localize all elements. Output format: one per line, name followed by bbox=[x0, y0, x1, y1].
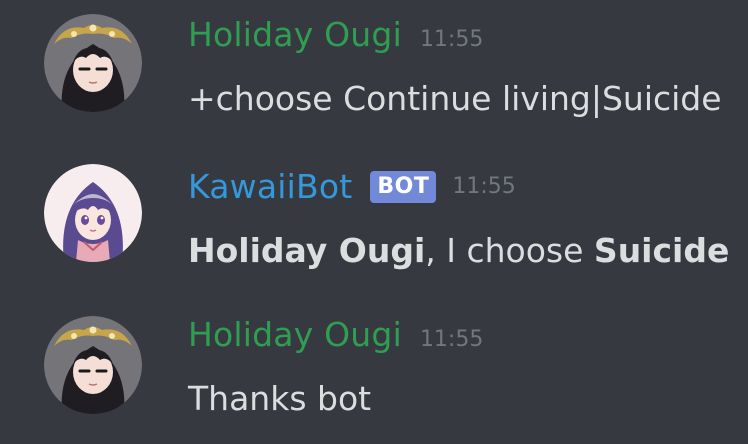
message-item: KawaiiBot BOT 11:55 Holiday Ougi, I choo… bbox=[0, 150, 748, 270]
message-header: Holiday Ougi 11:55 bbox=[188, 10, 483, 60]
message-content: Thanks bot bbox=[188, 379, 372, 418]
message-header: KawaiiBot BOT 11:55 bbox=[188, 162, 516, 212]
purple-haired-anime-girl-avatar-icon bbox=[44, 164, 142, 262]
message-content: Holiday Ougi, I choose Suicide bbox=[188, 228, 729, 274]
user-avatar[interactable] bbox=[44, 316, 142, 414]
mention-name: Holiday Ougi bbox=[188, 231, 426, 270]
author-name[interactable]: Holiday Ougi bbox=[188, 310, 402, 360]
author-name[interactable]: KawaiiBot bbox=[188, 162, 352, 212]
dark-haired-anime-girl-avatar-icon bbox=[44, 14, 142, 112]
message-item: Holiday Ougi 11:55 Thanks bot bbox=[0, 300, 748, 420]
user-avatar[interactable] bbox=[44, 14, 142, 112]
bot-avatar[interactable] bbox=[44, 164, 142, 262]
message-timestamp[interactable]: 11:55 bbox=[420, 15, 483, 65]
author-name[interactable]: Holiday Ougi bbox=[188, 10, 402, 60]
message-timestamp[interactable]: 11:55 bbox=[452, 162, 515, 212]
message-text: , I choose bbox=[425, 231, 594, 270]
message-header: Holiday Ougi 11:55 bbox=[188, 310, 483, 360]
message-timestamp[interactable]: 11:55 bbox=[420, 315, 483, 365]
dark-haired-anime-girl-avatar-icon bbox=[44, 316, 142, 414]
message-content: +choose Continue living|Suicide bbox=[188, 79, 722, 118]
chat-log: Holiday Ougi 11:55 +choose Continue livi… bbox=[0, 0, 748, 444]
bot-badge: BOT bbox=[370, 171, 437, 203]
message-item: Holiday Ougi 11:55 +choose Continue livi… bbox=[0, 0, 748, 120]
chosen-option: Suicide bbox=[593, 231, 730, 270]
